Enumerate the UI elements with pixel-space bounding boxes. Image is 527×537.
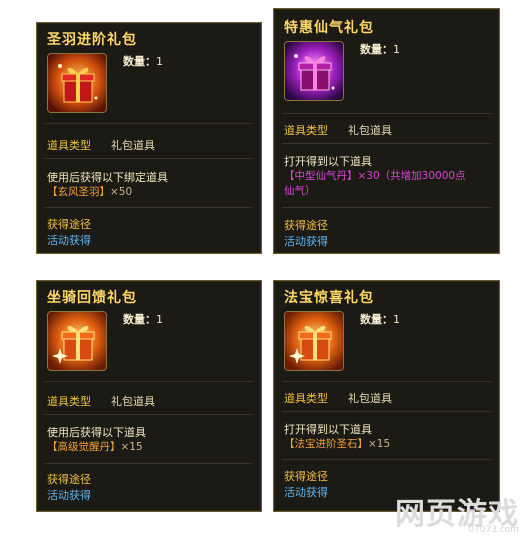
divider (282, 381, 491, 382)
quantity: 数量：1 (123, 313, 163, 326)
divider (45, 123, 253, 124)
divider (282, 411, 491, 412)
divider (45, 207, 253, 208)
site-watermark: 网页游戏 07073.com (371, 493, 519, 535)
card-title: 坐骑回馈礼包 (47, 290, 137, 306)
divider (282, 459, 491, 460)
item-type-row: 道具类型 礼包道具 (47, 139, 155, 152)
divider (45, 463, 253, 464)
source-label: 获得途径 (284, 219, 328, 232)
quantity: 数量：1 (360, 313, 400, 326)
quantity: 数量：1 (360, 43, 400, 56)
watermark-url: 07073.com (468, 525, 519, 535)
card-title: 圣羽进阶礼包 (47, 32, 137, 48)
purple-gift-box-icon (284, 41, 344, 101)
item-description: 打开得到以下道具 (284, 155, 372, 168)
item-card-zuoqi: 坐骑回馈礼包 数量：1 道具类型 礼包道具 使用后获得以下道具 【高级觉醒丹】×1… (36, 280, 262, 512)
item-type-row: 道具类型 礼包道具 (284, 392, 392, 405)
item-description: 使用后获得以下道具 (47, 426, 146, 439)
item-card-xianqi: 特惠仙气礼包 数量：1 道具类型 礼包道具 打开得到以下道具 【中型仙气丹】×30… (273, 8, 500, 254)
divider (45, 414, 253, 415)
reward-item: 【法宝进阶圣石】×15 (284, 438, 391, 450)
reward-item: 【高级觉醒丹】×15 (47, 441, 143, 453)
source-label: 获得途径 (284, 470, 328, 483)
divider (282, 143, 491, 144)
item-card-shengyu: 圣羽进阶礼包 数量：1 道具类型 礼包道具 使用后获得以下绑定道具 【玄风圣羽】×… (36, 22, 262, 254)
source-label: 获得途径 (47, 473, 91, 486)
divider (45, 158, 253, 159)
source-value: 活动获得 (47, 234, 91, 247)
divider (282, 207, 491, 208)
divider (45, 381, 253, 382)
source-value: 活动获得 (284, 235, 328, 248)
reward-item: 【玄风圣羽】×50 (47, 186, 133, 198)
item-description: 使用后获得以下绑定道具 (47, 171, 168, 184)
orange-gift-box-icon (47, 311, 107, 371)
red-gift-box-icon (47, 53, 107, 113)
item-type-row: 道具类型 礼包道具 (47, 395, 155, 408)
card-title: 法宝惊喜礼包 (284, 290, 374, 306)
orange-gift-box-icon (284, 311, 344, 371)
item-card-fabao: 法宝惊喜礼包 数量：1 道具类型 礼包道具 打开得到以下道具 【法宝进阶圣石】×1… (273, 280, 500, 512)
item-type-row: 道具类型 礼包道具 (284, 124, 392, 137)
source-value: 活动获得 (47, 489, 91, 502)
reward-item: 【中型仙气丹】×30（共增加30000点 仙气） (284, 170, 466, 197)
source-label: 获得途径 (47, 218, 91, 231)
divider (282, 113, 491, 114)
quantity: 数量：1 (123, 55, 163, 68)
item-description: 打开得到以下道具 (284, 423, 372, 436)
card-title: 特惠仙气礼包 (284, 20, 374, 36)
source-value: 活动获得 (284, 486, 328, 499)
